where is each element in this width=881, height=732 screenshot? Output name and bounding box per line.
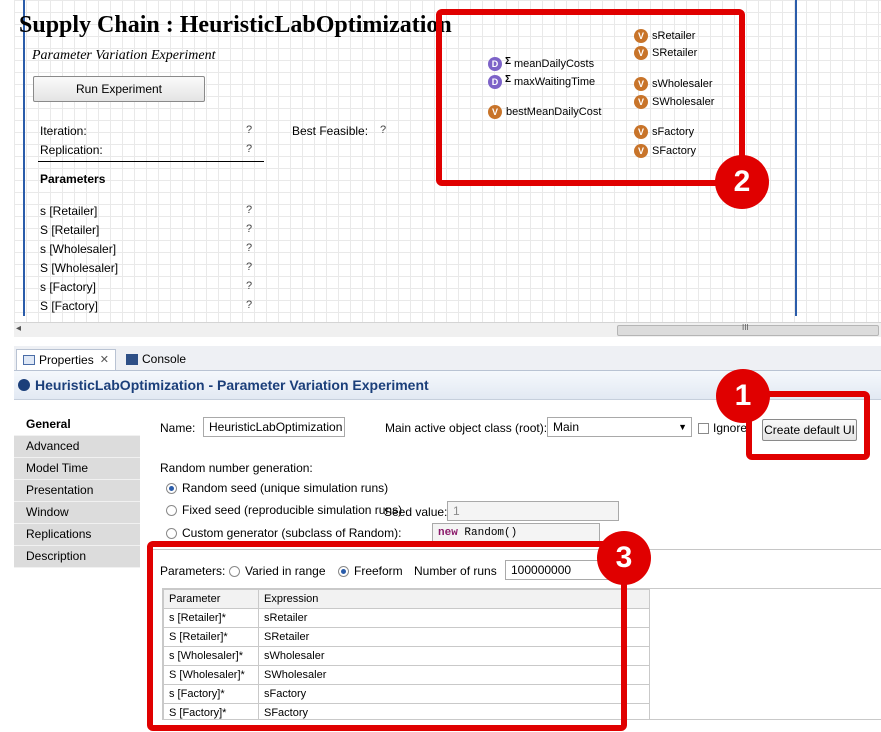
sidebar-item-model-time[interactable]: Model Time bbox=[14, 458, 140, 480]
param-label: s [Wholesaler] bbox=[40, 242, 117, 256]
canvas-frame-left bbox=[23, 0, 25, 316]
chevron-down-icon[interactable]: ▼ bbox=[678, 418, 687, 436]
param-label: S [Retailer] bbox=[40, 223, 100, 237]
param-label: S [Factory] bbox=[40, 299, 99, 313]
param-value: ? bbox=[246, 299, 253, 311]
param-value: ? bbox=[246, 223, 253, 235]
iteration-value: ? bbox=[246, 124, 253, 136]
properties-sidebar: General Advanced Model Time Presentation… bbox=[14, 414, 140, 568]
param-value: ? bbox=[246, 280, 253, 292]
page-title: Supply Chain : HeuristicLabOptimization bbox=[19, 12, 452, 38]
console-icon bbox=[126, 353, 138, 365]
scroll-grip-marker: III bbox=[742, 323, 749, 332]
param-value: ? bbox=[246, 242, 253, 254]
sidebar-item-advanced[interactable]: Advanced bbox=[14, 436, 140, 458]
replication-label: Replication: bbox=[40, 143, 103, 157]
replication-value: ? bbox=[246, 143, 253, 155]
main-class-label: Main active object class (root): bbox=[385, 421, 548, 435]
canvas-horizontal-scrollbar[interactable]: ◂ III bbox=[14, 322, 881, 337]
rng-label: Random number generation: bbox=[160, 461, 313, 475]
callout-badge-1: 1 bbox=[716, 369, 770, 423]
param-value: ? bbox=[246, 261, 253, 273]
name-label: Name: bbox=[160, 421, 196, 435]
tab-console[interactable]: Console bbox=[120, 349, 192, 369]
best-feasible-label: Best Feasible: bbox=[292, 124, 369, 138]
canvas-frame-right bbox=[795, 0, 797, 316]
sidebar-item-presentation[interactable]: Presentation bbox=[14, 480, 140, 502]
divider bbox=[38, 161, 264, 162]
callout-box-2 bbox=[436, 9, 745, 186]
param-label: s [Retailer] bbox=[40, 204, 98, 218]
sidebar-item-general[interactable]: General bbox=[14, 414, 140, 436]
callout-badge-2: 2 bbox=[715, 155, 769, 209]
radio-selected[interactable] bbox=[166, 483, 177, 495]
close-tab-icon[interactable]: ✕ bbox=[100, 350, 109, 370]
name-input[interactable]: HeuristicLabOptimization bbox=[203, 417, 345, 437]
experiment-icon bbox=[18, 379, 30, 391]
param-label: s [Factory] bbox=[40, 280, 97, 294]
iteration-label: Iteration: bbox=[40, 124, 87, 138]
page-subtitle: Parameter Variation Experiment bbox=[32, 48, 216, 63]
run-experiment-button[interactable]: Run Experiment bbox=[33, 76, 205, 102]
param-value: ? bbox=[246, 204, 253, 216]
scroll-left-arrow-icon[interactable]: ◂ bbox=[16, 323, 21, 334]
rng-fixed-option[interactable]: Fixed seed (reproducible simulation runs… bbox=[166, 503, 402, 517]
properties-icon bbox=[23, 355, 35, 365]
main-class-select[interactable]: Main ▼ bbox=[547, 417, 692, 437]
radio[interactable] bbox=[166, 528, 177, 540]
callout-box-3 bbox=[147, 541, 627, 731]
rng-custom-option[interactable]: Custom generator (subclass of Random): bbox=[166, 526, 401, 540]
sidebar-item-replications[interactable]: Replications bbox=[14, 524, 140, 546]
rng-random-option[interactable]: Random seed (unique simulation runs) bbox=[166, 481, 388, 495]
radio[interactable] bbox=[166, 505, 177, 517]
custom-generator-input[interactable]: new Random() bbox=[432, 523, 600, 543]
sidebar-item-description[interactable]: Description bbox=[14, 546, 140, 568]
sidebar-item-window[interactable]: Window bbox=[14, 502, 140, 524]
param-label: S [Wholesaler] bbox=[40, 261, 119, 275]
callout-badge-3: 3 bbox=[597, 531, 651, 585]
view-tabs-bar: Properties ✕ Console bbox=[14, 346, 881, 371]
parameters-heading: Parameters bbox=[40, 172, 106, 186]
checkbox-box[interactable] bbox=[698, 423, 709, 435]
best-feasible-value: ? bbox=[380, 124, 387, 136]
seed-label: Seed value: bbox=[384, 505, 448, 519]
ignore-checkbox[interactable]: Ignore bbox=[698, 421, 747, 435]
tab-properties[interactable]: Properties ✕ bbox=[16, 349, 116, 370]
scrollbar-thumb[interactable]: III bbox=[617, 323, 879, 336]
seed-value-input[interactable]: 1 bbox=[447, 501, 619, 521]
